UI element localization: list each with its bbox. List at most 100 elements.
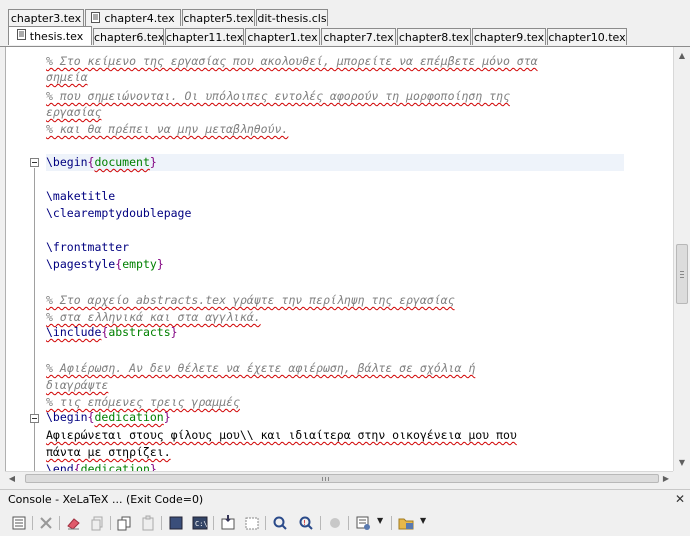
vertical-scrollbar[interactable]: ▲ ▼ [673,47,690,471]
comment: εργασίας [46,105,102,119]
latex-command: \maketitle [46,189,116,203]
scroll-down-icon[interactable]: ▼ [674,454,690,471]
options-icon[interactable] [355,515,371,531]
comment: % που σημειώνονται. Οι υπόλοιπες εντολές… [46,89,510,103]
tab-label: chapter5.tex [183,12,254,25]
tab-chapter4[interactable]: chapter4.tex [85,9,181,26]
tab-chapter6[interactable]: chapter6.tex [93,28,164,45]
code-line: \pagestyle{empty} [46,257,164,271]
code-line: \clearemptydoublepage [46,205,191,222]
code-line: \begin{dedication} [46,410,171,424]
comment: % Στο κείμενο της εργασίας που ακολουθεί… [46,54,538,68]
code-text[interactable]: % Στο κείμενο της εργασίας που ακολουθεί… [46,47,626,471]
code-line: \begin{document} [46,155,157,169]
code-line: πάντα με στηρίζει. [46,445,171,459]
tab-chapter8[interactable]: chapter8.tex [397,28,471,45]
fold-toggle-document[interactable] [30,158,39,167]
word-wrap-icon[interactable] [220,515,236,531]
console-list-icon[interactable] [11,515,27,531]
code-line: % Στο κείμενο της εργασίας που ακολουθεί… [46,53,538,70]
tab-label: chapter8.tex [398,31,470,44]
document-icon [16,27,26,45]
tab-chapter3[interactable]: chapter3.tex [8,9,84,26]
tab-chapter9[interactable]: chapter9.tex [472,28,546,45]
close-icon[interactable]: ✕ [675,492,685,506]
search-icon[interactable] [272,515,288,531]
latex-argument: empty [122,257,157,271]
stop-icon[interactable] [168,515,184,531]
tab-chapter7[interactable]: chapter7.tex [321,28,396,45]
code-line: \include{abstracts} [46,325,178,339]
tab-label: chapter1.tex [247,31,318,44]
latex-command: \pagestyle [46,257,116,271]
tab-chapter11[interactable]: chapter11.tex [165,28,244,45]
scroll-corner [673,471,690,485]
search-next-icon[interactable]: ! [298,515,314,531]
scroll-left-icon[interactable]: ◀ [5,472,19,485]
tab-chapter1[interactable]: chapter1.tex [245,28,320,45]
code-line: διαγράψτε [46,377,108,394]
tab-label: chapter7.tex [323,31,394,44]
latex-command: \begin [46,410,88,424]
tab-label: chapter3.tex [10,12,82,25]
latex-command: \begin [46,155,88,169]
code-line: \end{dedication} [46,461,157,471]
latex-command: \include [46,325,102,339]
tab-label: thesis.tex [29,30,84,43]
clear-x-icon[interactable] [38,515,54,531]
latex-argument: dedication [94,410,164,424]
eraser-icon[interactable] [65,515,81,531]
console-title: Console - XeLaTeX ... (Exit Code=0) [8,493,204,506]
select-all-icon[interactable] [244,515,260,531]
latex-command: \clearemptydoublepage [46,206,192,220]
tab-thesis[interactable]: thesis.tex [8,26,92,45]
console-toolbar: C:\ ! ▼ ▼ [0,510,690,536]
latex-command: \end [46,462,74,471]
code-editor[interactable]: % Στο κείμενο της εργασίας που ακολουθεί… [5,47,674,471]
chevron-down-icon[interactable]: ▼ [377,516,383,525]
svg-text:!: ! [303,519,306,527]
tab-label: chapter4.tex [104,12,175,25]
vertical-scroll-thumb[interactable] [676,244,688,304]
tab-label: chapter10.tex [548,31,626,44]
folder-icon[interactable] [398,515,414,531]
fold-gutter [6,47,44,471]
svg-text:C:\: C:\ [195,520,208,528]
code-line: % Αφιέρωση. Αν δεν θέλετε να έχετε αφιέρ… [46,360,475,377]
comment: % Στο αρχείο abstracts.tex γράψτε την πε… [46,293,455,307]
comment: % τις επόμενες τρεις γραμμές [46,395,240,409]
latex-argument: document [94,155,150,169]
latex-argument: abstracts [108,325,171,339]
code-line: % που σημειώνονται. Οι υπόλοιπες εντολές… [46,88,510,105]
comment: % Αφιέρωση. Αν δεν θέλετε να έχετε αφιέρ… [46,361,476,375]
copy-disabled-icon[interactable] [89,515,105,531]
comment: % και θα πρέπει να μην μεταβληθούν. [46,122,289,136]
record-disabled-icon[interactable] [327,515,343,531]
document-icon [91,11,101,27]
code-line: εργασίας [46,104,101,121]
latex-argument: dedication [80,462,150,471]
horizontal-scroll-thumb[interactable] [25,474,659,483]
copy-icon[interactable] [116,515,132,531]
tab-dit-thesis[interactable]: dit-thesis.cls [256,9,328,26]
scroll-up-icon[interactable]: ▲ [674,47,690,64]
horizontal-scrollbar[interactable]: ◀ ▶ [5,471,673,485]
comment: % στα ελληνικά και στα αγγλικά. [46,310,261,324]
code-line: \maketitle [46,188,115,205]
comment: σημεία [46,70,88,84]
console-terminal-icon[interactable]: C:\ [192,515,208,531]
paste-icon[interactable] [140,515,156,531]
tab-label: chapter9.tex [473,31,545,44]
code-line: % Στο αρχείο abstracts.tex γράψτε την πε… [46,292,455,309]
fold-toggle-dedication[interactable] [30,414,39,423]
code-line: \frontmatter [46,239,129,256]
tab-label: dit-thesis.cls [257,12,327,25]
scroll-right-icon[interactable]: ▶ [659,472,673,485]
code-line: σημεία [46,69,88,86]
tab-label: chapter11.tex [166,31,244,44]
chevron-down-icon[interactable]: ▼ [420,516,426,525]
tab-chapter10[interactable]: chapter10.tex [547,28,627,45]
fold-line [34,168,35,471]
console-panel-header: Console - XeLaTeX ... (Exit Code=0) ✕ [0,489,690,509]
tab-chapter5[interactable]: chapter5.tex [182,9,255,26]
